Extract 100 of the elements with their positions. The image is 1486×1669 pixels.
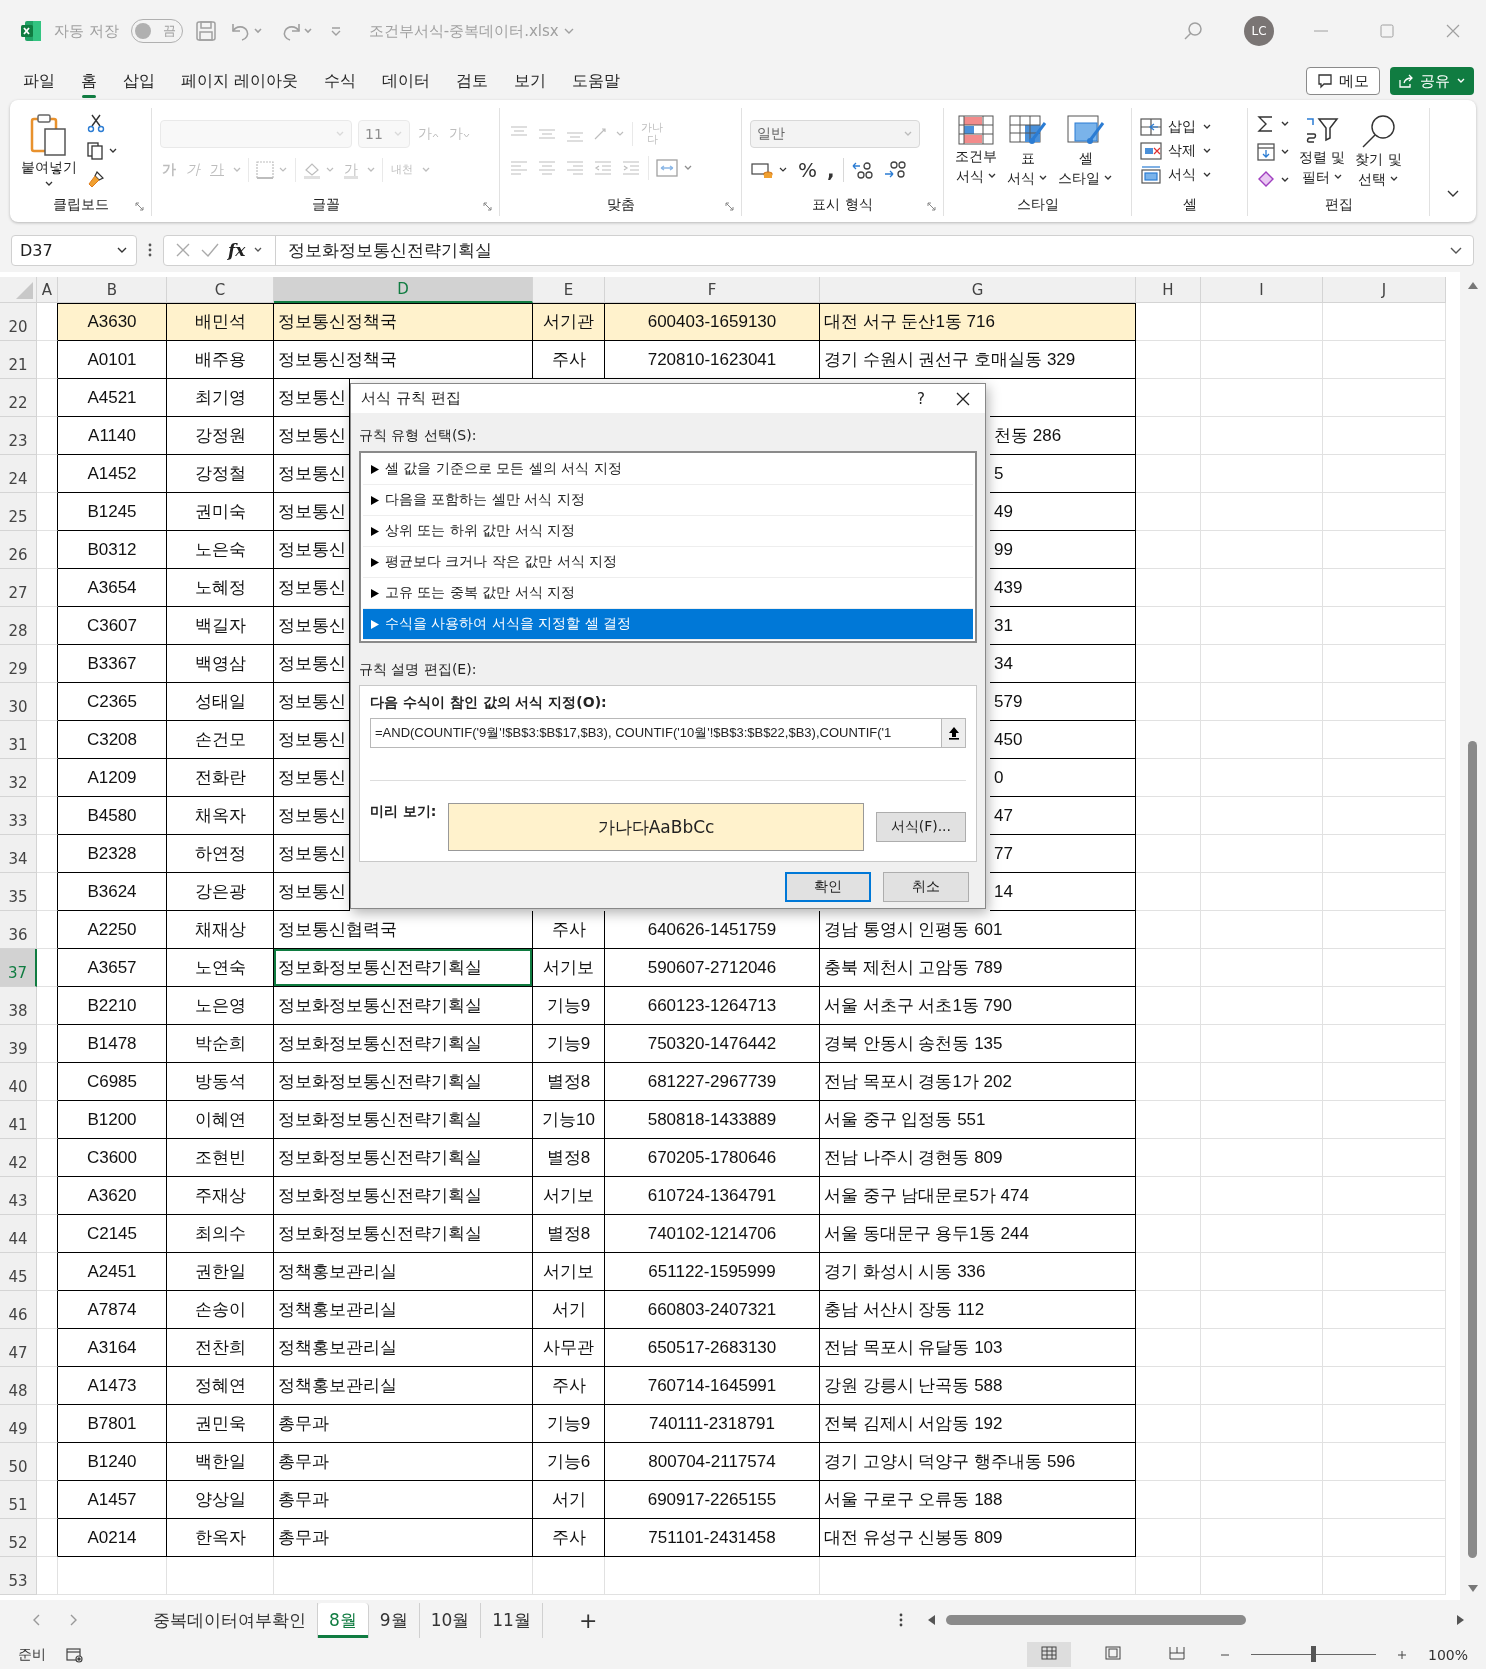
scroll-left-arrow-icon[interactable] <box>926 1614 936 1626</box>
user-avatar[interactable]: LC <box>1244 16 1274 46</box>
menu-tab[interactable]: 홈 <box>68 64 110 98</box>
row-header[interactable]: 44 <box>0 1215 37 1253</box>
scissors-icon[interactable] <box>86 113 106 133</box>
scrollbar-thumb[interactable] <box>1468 741 1477 1558</box>
menu-tab[interactable]: 파일 <box>10 64 68 98</box>
dialog-launcher-icon[interactable] <box>927 202 937 212</box>
column-header[interactable]: J <box>1323 277 1446 303</box>
name-box[interactable]: D37 <box>11 234 137 266</box>
row-header[interactable]: 32 <box>0 759 37 797</box>
row-header[interactable]: 36 <box>0 911 37 949</box>
comma-style-button[interactable]: , <box>825 158 837 182</box>
zoom-in-icon[interactable] <box>1395 1648 1408 1661</box>
paste-button[interactable]: 붙여넣기 <box>18 111 80 191</box>
row-header[interactable]: 26 <box>0 531 37 569</box>
formula-field[interactable]: fx 정보화정보통신전략기획실 <box>163 234 1474 266</box>
row-header[interactable]: 28 <box>0 607 37 645</box>
new-sheet-button[interactable]: + <box>578 1607 598 1633</box>
cells-button[interactable]: 삭제 <box>1140 142 1239 160</box>
row-header[interactable]: 33 <box>0 797 37 835</box>
scroll-right-arrow-icon[interactable] <box>1456 1614 1466 1626</box>
row-header[interactable]: 34 <box>0 835 37 873</box>
zoom-slider[interactable] <box>1311 1646 1317 1662</box>
column-header[interactable]: A <box>37 277 58 303</box>
column-header[interactable]: G <box>820 277 1136 303</box>
editing-button[interactable]: 정렬 및 필터 <box>1296 112 1349 188</box>
cells-button[interactable]: 서식 <box>1140 166 1239 184</box>
search-icon[interactable] <box>1182 20 1204 42</box>
rule-type-item[interactable]: 다음을 포함하는 셀만 서식 지정 <box>363 485 973 516</box>
format-painter-icon[interactable] <box>86 169 106 189</box>
ok-button[interactable]: 확인 <box>785 872 871 902</box>
number-format-dropdown[interactable]: 일반 <box>750 120 920 148</box>
scroll-up-arrow-icon[interactable] <box>1467 280 1479 290</box>
row-header[interactable]: 29 <box>0 645 37 683</box>
cells-button[interactable]: 삽입 <box>1140 118 1239 136</box>
row-header[interactable]: 27 <box>0 569 37 607</box>
style-button[interactable]: 조건부 서식 <box>952 113 1000 187</box>
menu-tab[interactable]: 검토 <box>443 64 502 98</box>
column-header[interactable]: I <box>1201 277 1323 303</box>
column-header[interactable]: B <box>58 277 167 303</box>
row-header[interactable]: 46 <box>0 1291 37 1329</box>
row-header[interactable]: 48 <box>0 1367 37 1405</box>
row-header[interactable]: 49 <box>0 1405 37 1443</box>
row-header[interactable]: 24 <box>0 455 37 493</box>
row-header[interactable]: 53 <box>0 1557 37 1595</box>
row-header[interactable]: 41 <box>0 1101 37 1139</box>
column-header[interactable]: F <box>605 277 820 303</box>
macro-record-icon[interactable] <box>66 1646 84 1663</box>
style-button[interactable]: 표 서식 <box>1004 113 1051 189</box>
row-header[interactable]: 52 <box>0 1519 37 1557</box>
save-icon[interactable] <box>194 20 217 42</box>
help-button[interactable]: ? <box>917 389 925 408</box>
row-header[interactable]: 50 <box>0 1443 37 1481</box>
select-all-icon[interactable] <box>14 280 34 300</box>
menu-tab[interactable]: 도움말 <box>559 64 634 98</box>
menu-tab[interactable]: 페이지 레이아웃 <box>168 64 312 98</box>
row-header[interactable]: 43 <box>0 1177 37 1215</box>
row-header[interactable]: 40 <box>0 1063 37 1101</box>
percent-style-button[interactable]: % <box>796 158 819 182</box>
column-header[interactable]: C <box>167 277 274 303</box>
rule-type-item[interactable]: 수식을 사용하여 서식을 지정할 셀 결정 <box>363 609 973 640</box>
dialog-launcher-icon[interactable] <box>135 202 145 212</box>
sheet-tab[interactable]: 9월 <box>368 1602 420 1638</box>
zoom-level[interactable]: 100% <box>1427 1646 1468 1663</box>
row-header[interactable]: 38 <box>0 987 37 1025</box>
more-options-icon[interactable] <box>147 242 153 258</box>
normal-view-button[interactable] <box>1026 1642 1071 1667</box>
cancel-button[interactable]: 취소 <box>883 872 969 902</box>
sheet-tab[interactable]: 11월 <box>481 1602 543 1638</box>
row-header[interactable]: 42 <box>0 1139 37 1177</box>
collapse-dialog-button[interactable] <box>941 719 965 747</box>
column-header[interactable]: H <box>1136 277 1201 303</box>
menu-tab[interactable]: 삽입 <box>110 64 168 98</box>
rule-type-item[interactable]: 상위 또는 하위 값만 서식 지정 <box>363 516 973 547</box>
rule-type-item[interactable]: 셀 값을 기준으로 모든 셀의 서식 지정 <box>363 454 973 485</box>
row-header[interactable]: 47 <box>0 1329 37 1367</box>
editing-button[interactable]: 찾기 및 선택 <box>1352 112 1405 190</box>
more-options-icon[interactable] <box>898 1612 904 1628</box>
scroll-down-arrow-icon[interactable] <box>1467 1584 1479 1594</box>
row-header[interactable]: 21 <box>0 341 37 379</box>
style-button[interactable]: 셀 스타일 <box>1055 113 1116 189</box>
row-header[interactable]: 51 <box>0 1481 37 1519</box>
row-header[interactable]: 30 <box>0 683 37 721</box>
share-button[interactable]: 공유 <box>1390 67 1474 95</box>
row-header[interactable]: 35 <box>0 873 37 911</box>
row-header[interactable]: 23 <box>0 417 37 455</box>
close-icon[interactable] <box>955 390 971 407</box>
row-header[interactable]: 20 <box>0 303 37 341</box>
scrollbar-thumb[interactable] <box>946 1615 1246 1625</box>
menu-tab[interactable]: 수식 <box>311 64 370 98</box>
row-header[interactable]: 22 <box>0 379 37 417</box>
copy-icon[interactable] <box>86 141 118 161</box>
rule-type-item[interactable]: 평균보다 크거나 작은 값만 서식 지정 <box>363 547 973 578</box>
format-button[interactable]: 서식(F)... <box>875 812 966 842</box>
sheet-tab[interactable]: 8월 <box>318 1602 369 1638</box>
row-header[interactable]: 39 <box>0 1025 37 1063</box>
maximize-icon[interactable] <box>1378 22 1396 40</box>
sheet-tab[interactable]: 10월 <box>419 1602 482 1638</box>
comments-button[interactable]: 메모 <box>1306 67 1380 95</box>
